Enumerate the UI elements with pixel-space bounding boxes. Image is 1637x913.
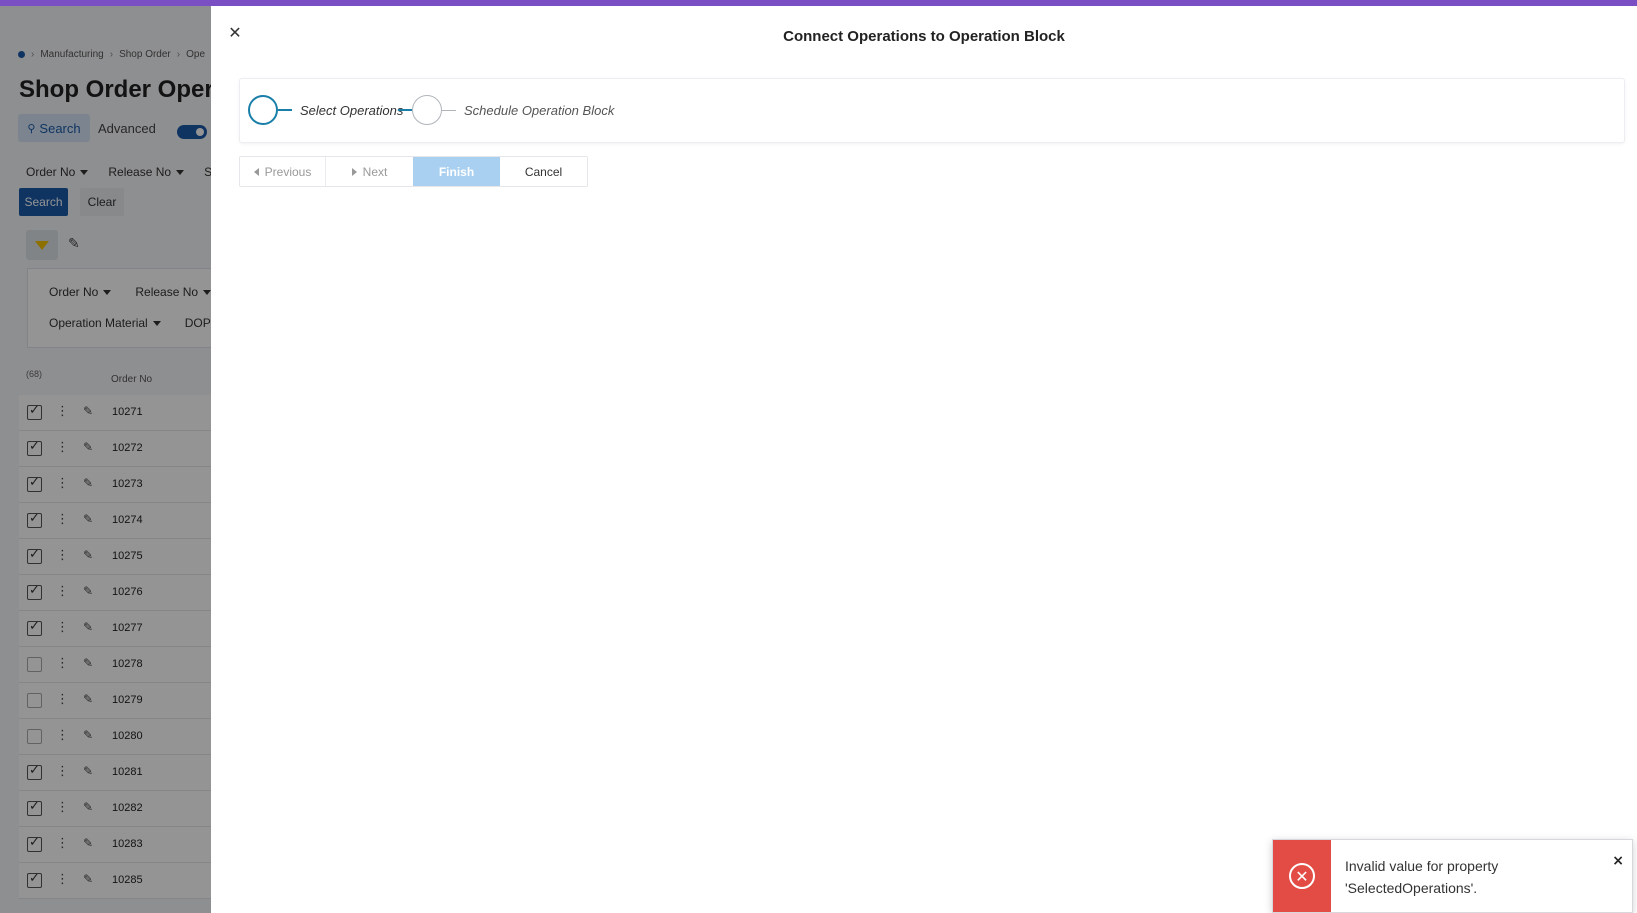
caret-left-icon <box>253 167 259 176</box>
wizard-dialog: ✕ Connect Operations to Operation Block … <box>211 6 1637 913</box>
step-indicator <box>412 95 442 125</box>
step-connector <box>398 109 412 111</box>
dialog-title: Connect Operations to Operation Block <box>783 28 1065 45</box>
cancel-button[interactable]: Cancel <box>500 157 587 186</box>
finish-button[interactable]: Finish <box>413 157 500 186</box>
error-circle-icon: ✕ <box>1289 863 1315 889</box>
toast-message-line: Invalid value for property <box>1345 858 1499 874</box>
toast-icon-area: ✕ <box>1273 840 1331 912</box>
step-indicator <box>248 95 278 125</box>
step-label: Select Operations <box>300 102 404 118</box>
modal-overlay <box>0 6 211 913</box>
next-button[interactable]: Next <box>326 157 413 186</box>
previous-button[interactable]: Previous <box>240 157 326 186</box>
step-label: Schedule Operation Block <box>464 102 615 118</box>
toast-message: Invalid value for property 'SelectedOper… <box>1331 840 1538 912</box>
toast-close-icon[interactable]: × <box>1612 853 1624 869</box>
wizard-actions: Previous Next Finish Cancel <box>239 156 588 187</box>
toast-message-line: 'SelectedOperations'. <box>1345 880 1478 896</box>
wizard-steps: Select Operations Schedule Operation Blo… <box>239 78 1625 143</box>
step-connector <box>278 109 292 111</box>
step-schedule-operation-block[interactable]: Schedule Operation Block <box>398 95 614 125</box>
step-connector <box>442 109 456 111</box>
top-accent-bar <box>0 0 1637 6</box>
next-label: Next <box>362 164 388 179</box>
step-select-operations[interactable]: Select Operations <box>248 95 403 125</box>
previous-label: Previous <box>264 164 312 179</box>
error-toast: ✕ Invalid value for property 'SelectedOp… <box>1272 839 1633 913</box>
caret-right-icon <box>351 167 357 176</box>
